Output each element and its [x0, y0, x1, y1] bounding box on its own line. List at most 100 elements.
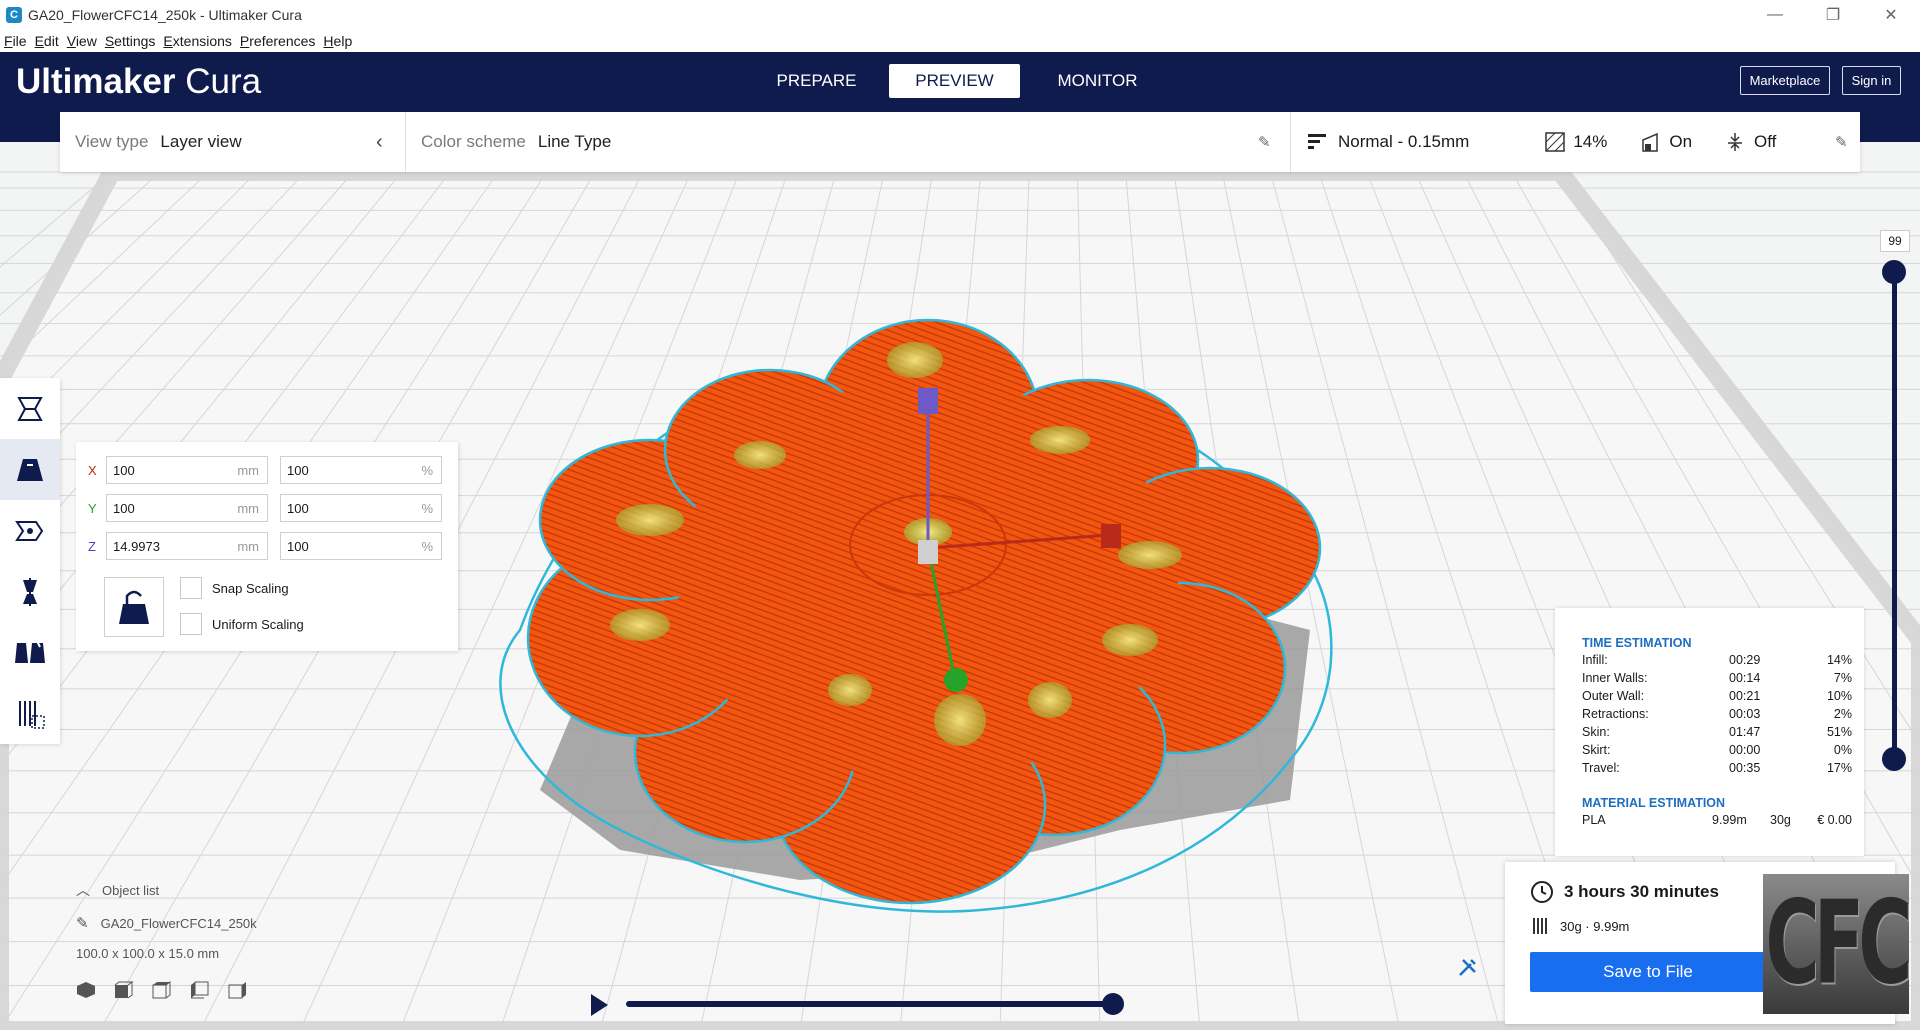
mirror-icon [23, 577, 37, 606]
menu-settings[interactable]: Settings [101, 33, 160, 49]
tool-sidebar [0, 378, 60, 744]
move-tool-button[interactable] [0, 378, 60, 439]
menu-edit[interactable]: Edit [31, 33, 63, 49]
save-to-file-button[interactable]: Save to File [1530, 952, 1766, 992]
color-scheme-value: Line Type [537, 132, 612, 151]
clock-icon [1531, 881, 1553, 903]
estimation-pct: 10% [1826, 689, 1852, 703]
pencil-icon[interactable]: ✎ [1258, 133, 1271, 151]
estimation-name: Infill: [1582, 653, 1608, 667]
gizmo-y-handle [944, 668, 968, 692]
scale-tool-button[interactable] [0, 439, 60, 500]
color-scheme-selector[interactable]: Color scheme Line Type [421, 132, 611, 152]
support-blocker-icon [19, 700, 45, 729]
x-axis-label: X [88, 462, 97, 478]
window-title: GA20_FlowerCFC14_250k - Ultimaker Cura [28, 7, 302, 23]
cura-app-icon: C [6, 7, 22, 23]
pencil-icon[interactable]: ✎ [1835, 133, 1848, 151]
infill-value: 14% [1573, 132, 1608, 151]
menu-help[interactable]: Help [319, 33, 356, 49]
tools-icon[interactable] [1457, 956, 1479, 978]
menu-extensions[interactable]: Extensions [159, 33, 236, 49]
z-axis-label: Z [88, 538, 96, 554]
per-model-settings-button[interactable] [0, 622, 60, 683]
estimation-time: 00:21 [1729, 689, 1761, 703]
path-slider-handle[interactable] [1102, 993, 1124, 1015]
time-estimation-row: Travel: 00:35 17% [1582, 761, 1852, 779]
menu-file[interactable]: File [0, 33, 31, 49]
print-time-row[interactable]: 3 hours 30 minutes [1530, 880, 1719, 904]
view-front-icon[interactable] [114, 981, 134, 999]
gizmo-x-handle [1101, 524, 1121, 548]
rotate-tool-button[interactable] [0, 500, 60, 561]
time-estimation-row: Infill: 00:29 14% [1582, 653, 1852, 671]
tab-preview[interactable]: PREVIEW [889, 64, 1020, 98]
menu-preferences[interactable]: Preferences [236, 33, 320, 49]
estimation-pct: 51% [1826, 725, 1852, 739]
object-list-title: Object list [102, 882, 160, 898]
menu-view[interactable]: View [63, 33, 101, 49]
layer-slider-track[interactable] [1892, 268, 1897, 758]
gizmo-z-handle [918, 388, 938, 414]
chevron-left-icon[interactable]: ‹ [376, 131, 383, 154]
chevron-up-icon: ︿ [76, 882, 90, 898]
scale-x-percent-input[interactable]: 100% [280, 456, 442, 484]
marketplace-button[interactable]: Marketplace [1740, 66, 1830, 95]
camera-view-buttons [76, 981, 406, 999]
estimation-time: 00:29 [1729, 653, 1761, 667]
lay-flat-button[interactable] [104, 577, 164, 637]
object-list-toggle[interactable]: ︿ Object list [76, 880, 406, 900]
object-list-item[interactable]: ✎ GA20_FlowerCFC14_250k [76, 914, 406, 932]
material-row: PLA 9.99m 30g € 0.00 [1582, 813, 1852, 831]
path-slider-track[interactable] [626, 1001, 1114, 1007]
layer-number-input[interactable]: 99 [1880, 230, 1910, 252]
scale-x-mm-input[interactable]: 100 mm [106, 456, 268, 484]
rotate-icon [15, 520, 44, 541]
layer-slider-lower-handle[interactable] [1882, 747, 1906, 771]
scale-tool-panel: X 100 mm 100% Y 100 mm 100% Z 14.9973 mm 10… [76, 442, 458, 651]
scale-z-mm-input[interactable]: 14.9973 mm [106, 532, 268, 560]
sign-in-button[interactable]: Sign in [1842, 66, 1901, 95]
color-scheme-label: Color scheme [421, 132, 526, 151]
view-type-value: Layer view [160, 132, 242, 151]
view-left-icon[interactable] [190, 981, 210, 999]
view-type-label: View type [75, 132, 149, 151]
scale-icon [17, 458, 43, 481]
filament-spool-icon [1533, 918, 1547, 934]
estimation-time: 01:47 [1729, 725, 1761, 739]
estimation-time: 00:03 [1729, 707, 1761, 721]
cura-logo: Ultimaker Cura [16, 62, 262, 101]
minimize-button[interactable]: — [1746, 0, 1804, 30]
close-button[interactable]: ✕ [1862, 0, 1920, 30]
support-blocker-button[interactable] [0, 683, 60, 744]
uniform-scaling-checkbox[interactable] [180, 613, 202, 635]
time-estimation-row: Retractions: 00:03 2% [1582, 707, 1852, 725]
tab-prepare[interactable]: PREPARE [751, 64, 882, 98]
scale-z-percent-input[interactable]: 100% [280, 532, 442, 560]
view-right-icon[interactable] [228, 981, 248, 999]
estimation-name: Skin: [1582, 725, 1610, 739]
view-3d-icon[interactable] [76, 981, 96, 999]
mirror-tool-button[interactable] [0, 561, 60, 622]
scale-y-row: Y 100 mm 100% [88, 494, 454, 522]
scale-y-percent-input[interactable]: 100% [280, 494, 442, 522]
view-settings-bar: View type Layer view ‹ Color scheme Line… [60, 112, 1860, 172]
time-estimation-row: Skirt: 00:00 0% [1582, 743, 1852, 761]
scale-y-mm-input[interactable]: 100 mm [106, 494, 268, 522]
material-cost: € 0.00 [1817, 813, 1852, 827]
play-icon[interactable] [588, 992, 610, 1018]
layer-slider-upper-handle[interactable] [1882, 260, 1906, 284]
profile-value: Normal - 0.15mm [1338, 132, 1470, 151]
material-weight: 30g [1770, 813, 1791, 827]
view-top-icon[interactable] [152, 981, 172, 999]
view-type-selector[interactable]: View type Layer view [75, 132, 242, 152]
pencil-icon: ✎ [76, 915, 89, 932]
estimation-name: Travel: [1582, 761, 1620, 775]
snap-scaling-checkbox[interactable] [180, 577, 202, 599]
material-name: PLA [1582, 813, 1606, 827]
restore-button[interactable]: ❐ [1804, 0, 1862, 30]
estimation-name: Outer Wall: [1582, 689, 1645, 703]
estimation-name: Inner Walls: [1582, 671, 1648, 685]
print-settings-selector[interactable]: Normal - 0.15mm 14% On Off [1308, 132, 1776, 152]
tab-monitor[interactable]: MONITOR [1032, 64, 1163, 98]
